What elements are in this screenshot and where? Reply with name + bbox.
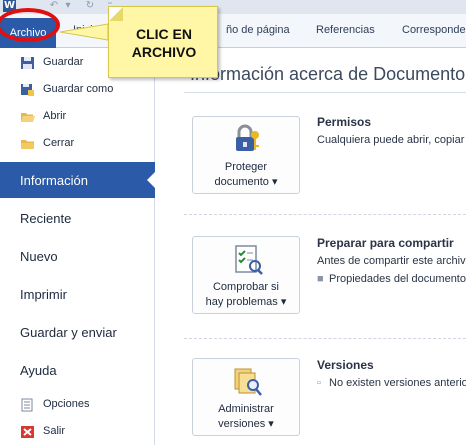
sidebar-item-nuevo[interactable]: Nuevo — [0, 238, 155, 274]
ribbon-tab-bar: Archivo Inicio ño de página Referencias … — [0, 14, 466, 48]
save-as-icon — [21, 84, 34, 96]
sidebar-item-label: Ayuda — [20, 363, 57, 378]
exit-icon — [21, 426, 34, 438]
info-panel: Información acerca de Documento Proteger… — [156, 48, 466, 445]
sidebar-item-label: Nuevo — [20, 249, 58, 264]
checklist-icon — [235, 245, 263, 275]
section-divider — [184, 338, 466, 339]
versions-icon — [234, 368, 262, 396]
lock-key-icon — [236, 124, 259, 151]
tab-referencias[interactable]: Referencias — [316, 24, 375, 36]
prepare-sharing-title: Preparar para compartir — [317, 236, 454, 250]
sidebar-item-abrir[interactable]: Abrir — [0, 104, 155, 130]
protect-document-button[interactable]: Proteger documento ▾ — [192, 116, 300, 194]
check-button-line1: Comprobar si — [212, 281, 280, 293]
sidebar-item-label: Guardar y enviar — [20, 325, 117, 340]
sidebar-item-label: Salir — [43, 425, 66, 437]
title-divider — [184, 92, 466, 93]
check-button-line2: hay problemas ▾ — [205, 296, 287, 308]
redo-icon[interactable]: ↻ — [84, 0, 96, 12]
protect-button-line2: documento ▾ — [214, 176, 278, 188]
manage-versions-button[interactable]: Administrar versiones ▾ — [192, 358, 300, 436]
tab-correspondencia[interactable]: Correspondencia — [402, 24, 466, 36]
callout-text: CLIC EN ARCHIVO — [109, 25, 219, 61]
page-title: Información acerca de Documento — [190, 64, 466, 84]
options-icon — [21, 398, 33, 412]
undo-icon[interactable]: ↶ — [48, 0, 60, 12]
versions-button-line1: Administrar — [218, 403, 274, 415]
save-icon — [21, 57, 34, 69]
callout-line1: CLIC EN — [136, 26, 192, 42]
check-for-issues-button[interactable]: Comprobar si hay problemas ▾ — [192, 236, 300, 314]
prepare-sharing-description: Antes de compartir este archivo — [317, 255, 466, 267]
sidebar-item-reciente[interactable]: Reciente — [0, 200, 155, 236]
callout-note: CLIC EN ARCHIVO — [108, 6, 218, 78]
prepare-sharing-item: ■ Propiedades del documento — [317, 273, 466, 285]
permissions-title: Permisos — [317, 115, 372, 129]
sidebar-item-opciones[interactable]: Opciones — [0, 392, 155, 418]
document-properties-text: Propiedades del documento — [329, 273, 466, 285]
sidebar-item-label: Abrir — [43, 110, 67, 122]
no-versions-text: No existen versiones anteriores — [329, 377, 466, 389]
backstage-sidebar: Guardar Guardar como Abrir Cerrar Inform… — [0, 48, 156, 445]
versions-item: ▫ No existen versiones anteriores — [317, 377, 466, 389]
sidebar-item-informacion[interactable]: Información — [0, 162, 156, 198]
section-divider — [184, 214, 466, 215]
sidebar-item-cerrar[interactable]: Cerrar — [0, 131, 155, 157]
tab-inicio[interactable]: Inicio — [73, 24, 99, 36]
sidebar-item-label: Opciones — [43, 398, 90, 410]
note-fold — [109, 7, 123, 21]
bullet-icon: ■ — [317, 273, 324, 285]
quick-access-toolbar: W ↶ ▾ ↻ ⁼ — [0, 0, 466, 14]
protect-button-line1: Proteger — [224, 161, 268, 173]
tab-diseno-de-pagina[interactable]: ño de página — [226, 24, 290, 36]
sidebar-item-label: Guardar como — [43, 83, 114, 95]
open-folder-icon — [21, 113, 35, 122]
permissions-description: Cualquiera puede abrir, copiar — [317, 134, 465, 146]
sidebar-item-ayuda[interactable]: Ayuda — [0, 352, 155, 388]
sidebar-item-label: Cerrar — [43, 137, 75, 149]
versions-button-line2: versiones ▾ — [218, 418, 274, 430]
version-doc-icon: ▫ — [317, 377, 321, 389]
sidebar-item-label: Reciente — [20, 211, 72, 226]
close-folder-icon — [21, 140, 34, 149]
selected-pointer — [147, 171, 156, 189]
versions-title: Versiones — [317, 358, 374, 372]
sidebar-item-guardar-y-enviar[interactable]: Guardar y enviar — [0, 314, 155, 350]
sidebar-item-imprimir[interactable]: Imprimir — [0, 276, 155, 312]
sidebar-item-guardar-como[interactable]: Guardar como — [0, 77, 155, 103]
sidebar-item-label: Guardar — [43, 56, 84, 68]
dropdown-arrow-icon[interactable]: ▾ — [62, 0, 74, 12]
sidebar-item-label: Imprimir — [20, 287, 67, 302]
sidebar-item-salir[interactable]: Salir — [0, 419, 155, 445]
callout-line2: ARCHIVO — [131, 44, 197, 60]
sidebar-item-label: Información — [20, 173, 88, 188]
